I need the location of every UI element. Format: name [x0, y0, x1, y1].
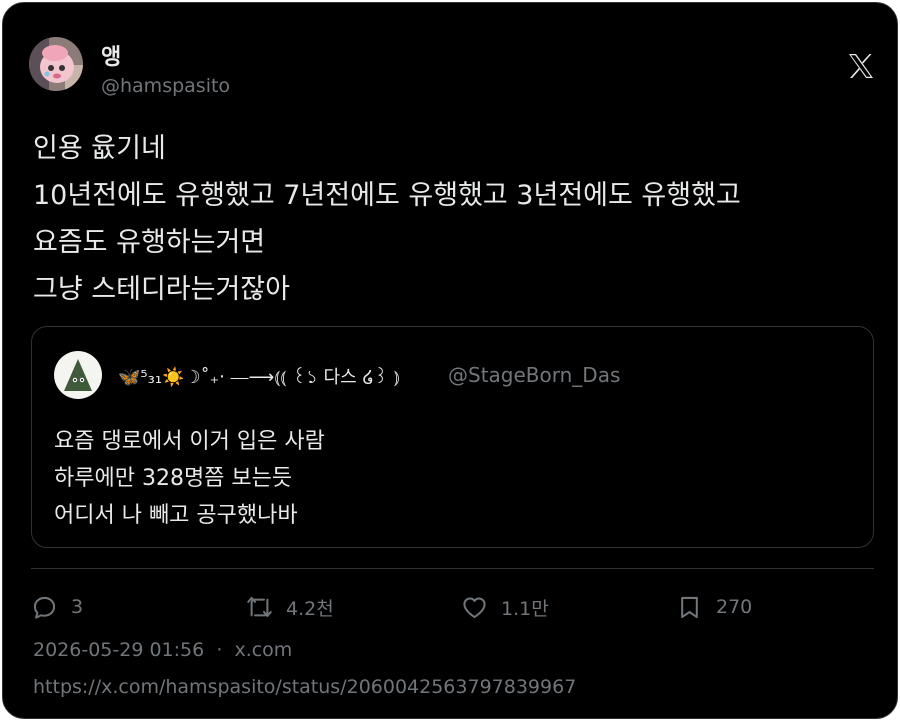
quoted-tweet-line: 어디서 나 빼고 공구했나바: [54, 503, 298, 528]
reply-button[interactable]: 3: [31, 591, 83, 623]
bookmark-button[interactable]: 270: [676, 591, 752, 623]
reply-icon: [33, 596, 56, 619]
heart-icon: [463, 596, 486, 618]
tweet-meta: 2026-05-29 01:56 · x.com: [33, 639, 292, 661]
author-name[interactable]: 앵: [101, 39, 121, 71]
tweet-line: 인용 윲기네: [33, 133, 166, 164]
author-handle[interactable]: @hamspasito: [101, 75, 230, 97]
source[interactable]: x.com: [234, 639, 292, 661]
tweet-card: 앵 @hamspasito 인용 윲기네 10년전에도 유행했고 7년전에도 유행…: [2, 2, 898, 719]
divider: [31, 568, 874, 569]
like-button[interactable]: 1.1만: [461, 591, 549, 623]
author-avatar[interactable]: [29, 37, 83, 91]
quoted-author-avatar[interactable]: [54, 351, 102, 399]
quoted-tweet-text: 요즘 댕로에서 이거 입은 사람하루에만 328명쯤 보는듯어디서 나 빼고 공…: [54, 423, 325, 534]
bookmark-count: 270: [716, 596, 753, 618]
x-logo-icon[interactable]: [846, 51, 876, 81]
timestamp[interactable]: 2026-05-29 01:56: [33, 639, 204, 661]
quoted-author-handle[interactable]: @StageBorn_Das: [448, 363, 620, 387]
retweet-count: 4.2천: [286, 597, 334, 620]
quoted-tweet-line: 하루에만 328명쯤 보는듯: [54, 466, 293, 491]
tweet-url[interactable]: https://x.com/hamspasito/status/20600425…: [33, 676, 576, 698]
quoted-tweet[interactable]: 🦋⁵₃₁☀️☽˚₊‧ ⎯⎯⟶⦅⦅ ꒰১ 다스 ໒꒱ ⦆ @StageBorn_D…: [31, 326, 874, 548]
like-count: 1.1만: [501, 597, 549, 620]
quoted-tweet-line: 요즘 댕로에서 이거 입은 사람: [54, 429, 325, 454]
tweet-text: 인용 윲기네 10년전에도 유행했고 7년전에도 유행했고 3년전에도 유행했고요…: [33, 125, 741, 313]
meta-separator: ·: [216, 639, 223, 661]
tweet-line: 요즘도 유행하는거면: [33, 227, 266, 258]
retweet-button[interactable]: 4.2천: [246, 591, 334, 623]
reply-count: 3: [71, 596, 84, 618]
tweet-line: 그냥 스테디라는거잖아: [33, 274, 290, 305]
retweet-icon: [247, 596, 272, 617]
quoted-author-name[interactable]: 🦋⁵₃₁☀️☽˚₊‧ ⎯⎯⟶⦅⦅ ꒰১ 다스 ໒꒱ ⦆: [118, 363, 400, 394]
bookmark-icon: [681, 596, 698, 618]
tweet-line: 10년전에도 유행했고 7년전에도 유행했고 3년전에도 유행했고: [33, 180, 741, 211]
